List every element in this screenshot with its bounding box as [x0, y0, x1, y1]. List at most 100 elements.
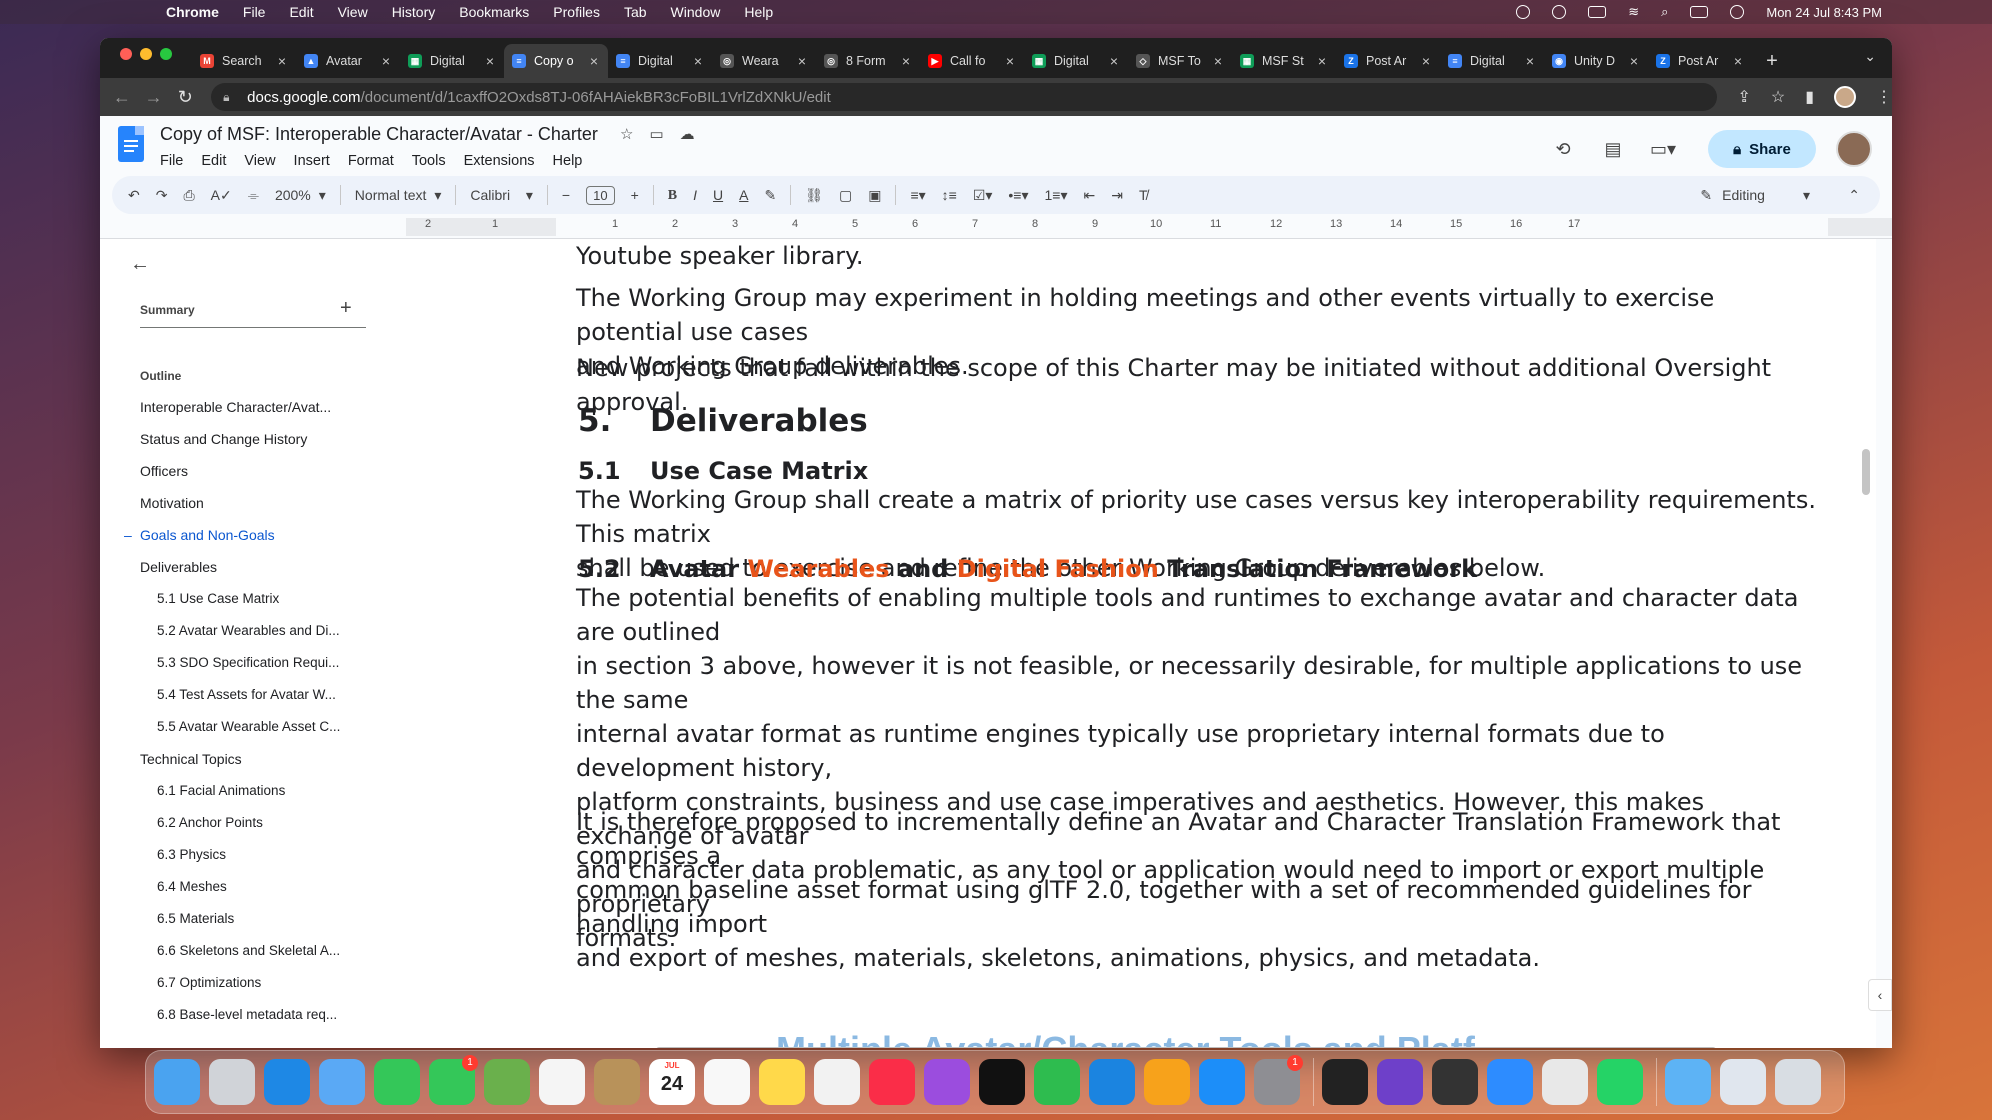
outline-item[interactable]: Technical Topics	[100, 743, 406, 775]
close-tab-icon[interactable]: ×	[486, 53, 494, 69]
increase-indent-icon[interactable]: ⇥	[1103, 187, 1131, 204]
menu-tab[interactable]: Tab	[624, 4, 647, 20]
safari-icon[interactable]	[264, 1059, 310, 1105]
back-button[interactable]: ←	[106, 87, 138, 108]
outline-item[interactable]: 5.3 SDO Specification Requi...	[100, 647, 406, 679]
meet-icon[interactable]: ▭▾	[1648, 139, 1678, 160]
docs-menu-help[interactable]: Help	[553, 153, 583, 169]
control-center-icon[interactable]	[1690, 6, 1709, 18]
github-icon[interactable]	[1377, 1059, 1423, 1105]
whatsapp-icon[interactable]	[1597, 1059, 1643, 1105]
tab-search-icon[interactable]: ⌄	[1864, 48, 1876, 65]
menu-app-name[interactable]: Chrome	[166, 4, 219, 20]
close-tab-icon[interactable]: ×	[1734, 53, 1742, 69]
bulleted-list-icon[interactable]: •≡▾	[1000, 187, 1036, 204]
new-tab-button[interactable]: +	[1752, 44, 1792, 78]
outline-item[interactable]: 6.4 Meshes	[100, 871, 406, 903]
keynote-icon[interactable]	[1089, 1059, 1135, 1105]
move-folder-icon[interactable]: ▭	[649, 125, 663, 143]
outline-item[interactable]: Deliverables	[100, 551, 406, 583]
spotlight-icon[interactable]: ⌕	[1661, 4, 1668, 20]
share-page-icon[interactable]: ⇪	[1737, 87, 1750, 107]
lock-icon[interactable]: 🔒︎	[223, 90, 237, 105]
browser-tab[interactable]: ▦ Digital ×	[1024, 44, 1128, 78]
menu-help[interactable]: Help	[744, 4, 773, 20]
browser-tab[interactable]: ≡ Digital ×	[608, 44, 712, 78]
close-outline-icon[interactable]: ←	[130, 253, 150, 276]
reload-button[interactable]: ↻	[169, 87, 201, 108]
menu-profiles[interactable]: Profiles	[553, 4, 600, 20]
pages-icon[interactable]	[1144, 1059, 1190, 1105]
docs-logo-icon[interactable]	[118, 126, 144, 162]
browser-tab[interactable]: ≡ Digital ×	[1440, 44, 1544, 78]
decrease-font-size-button[interactable]: −	[554, 187, 578, 203]
outline-item[interactable]: 6.8 Base-level metadata req...	[100, 999, 406, 1031]
browser-tab[interactable]: M Search ×	[192, 44, 296, 78]
version-history-icon[interactable]: ⟲	[1548, 139, 1578, 160]
browser-tab[interactable]: ▲ Avatar ×	[296, 44, 400, 78]
battery-icon[interactable]	[1588, 6, 1607, 18]
zoom-select[interactable]: 200% ▾	[267, 187, 334, 204]
finder-icon[interactable]	[154, 1059, 200, 1105]
close-tab-icon[interactable]: ×	[1110, 53, 1118, 69]
trash-icon[interactable]	[1775, 1059, 1821, 1105]
zoom-window-button[interactable]	[160, 48, 172, 60]
highlight-icon[interactable]: ✎	[756, 187, 784, 204]
vertical-scrollbar[interactable]	[1862, 449, 1870, 495]
increase-font-size-button[interactable]: +	[623, 187, 647, 203]
docs-menu-view[interactable]: View	[244, 153, 275, 169]
close-tab-icon[interactable]: ×	[798, 53, 806, 69]
add-summary-icon[interactable]: +	[340, 297, 352, 320]
outline-item[interactable]: Interoperable Character/Avat...	[100, 391, 406, 423]
close-window-button[interactable]	[120, 48, 132, 60]
browser-tab[interactable]: ▦ MSF St ×	[1232, 44, 1336, 78]
browser-tab[interactable]: ◇ MSF To ×	[1128, 44, 1232, 78]
outline-item[interactable]: Status and Change History	[100, 423, 406, 455]
close-tab-icon[interactable]: ×	[902, 53, 910, 69]
tv-icon[interactable]	[979, 1059, 1025, 1105]
chrome-icon[interactable]	[1542, 1059, 1588, 1105]
forward-button[interactable]: →	[138, 87, 170, 108]
clear-formatting-icon[interactable]: T̸	[1131, 187, 1156, 203]
facetime-icon[interactable]	[374, 1059, 420, 1105]
notes-icon[interactable]	[759, 1059, 805, 1105]
numbers-icon[interactable]	[1034, 1059, 1080, 1105]
numbered-list-icon[interactable]: 1≡▾	[1037, 187, 1076, 204]
docs-menu-insert[interactable]: Insert	[294, 153, 330, 169]
horizontal-scrollbar[interactable]	[656, 1047, 1716, 1048]
docs-menu-extensions[interactable]: Extensions	[464, 153, 535, 169]
print-icon[interactable]: ⎙	[175, 187, 202, 204]
reminders-icon[interactable]	[704, 1059, 750, 1105]
decrease-indent-icon[interactable]: ⇤	[1075, 187, 1103, 204]
outline-item[interactable]: 6.2 Anchor Points	[100, 807, 406, 839]
menu-file[interactable]: File	[243, 4, 266, 20]
appstore-icon[interactable]	[1199, 1059, 1245, 1105]
music-icon[interactable]	[869, 1059, 915, 1105]
close-tab-icon[interactable]: ×	[1214, 53, 1222, 69]
star-icon[interactable]: ☆	[620, 125, 633, 143]
spellcheck-icon[interactable]: A✓	[203, 187, 240, 204]
side-panel-toggle-icon[interactable]: ‹	[1868, 979, 1892, 1011]
settings-icon[interactable]: 1	[1254, 1055, 1303, 1105]
unity-icon[interactable]	[1432, 1059, 1478, 1105]
outline-item[interactable]: – Goals and Non-Goals	[100, 519, 406, 551]
outline-item[interactable]: 6.6 Skeletons and Skeletal A...	[100, 935, 406, 967]
text-color-icon[interactable]: A	[731, 187, 756, 203]
contacts-icon[interactable]	[594, 1059, 640, 1105]
style-select[interactable]: Normal text ▾	[347, 187, 450, 204]
podcasts-icon[interactable]	[924, 1059, 970, 1105]
browser-tab[interactable]: Z Post Ar ×	[1648, 44, 1752, 78]
account-avatar[interactable]	[1836, 131, 1872, 167]
paint-format-icon[interactable]: ⌯	[240, 187, 267, 204]
browser-tab[interactable]: ▶ Call fo ×	[920, 44, 1024, 78]
share-button[interactable]: 🔒︎ Share	[1708, 130, 1816, 168]
maps-icon[interactable]	[484, 1059, 530, 1105]
terminal-icon[interactable]	[1322, 1059, 1368, 1105]
sidepanel-icon[interactable]: ▮	[1805, 87, 1814, 107]
outline-item[interactable]: 6.7 Optimizations	[100, 967, 406, 999]
document-page[interactable]: Youtube speaker library. The Working Gro…	[406, 239, 1876, 1048]
browser-tab[interactable]: ◉ Unity D ×	[1544, 44, 1648, 78]
menu-edit[interactable]: Edit	[289, 4, 313, 20]
font-select[interactable]: Calibri ▾	[462, 187, 541, 204]
outline-item[interactable]: Officers	[100, 455, 406, 487]
